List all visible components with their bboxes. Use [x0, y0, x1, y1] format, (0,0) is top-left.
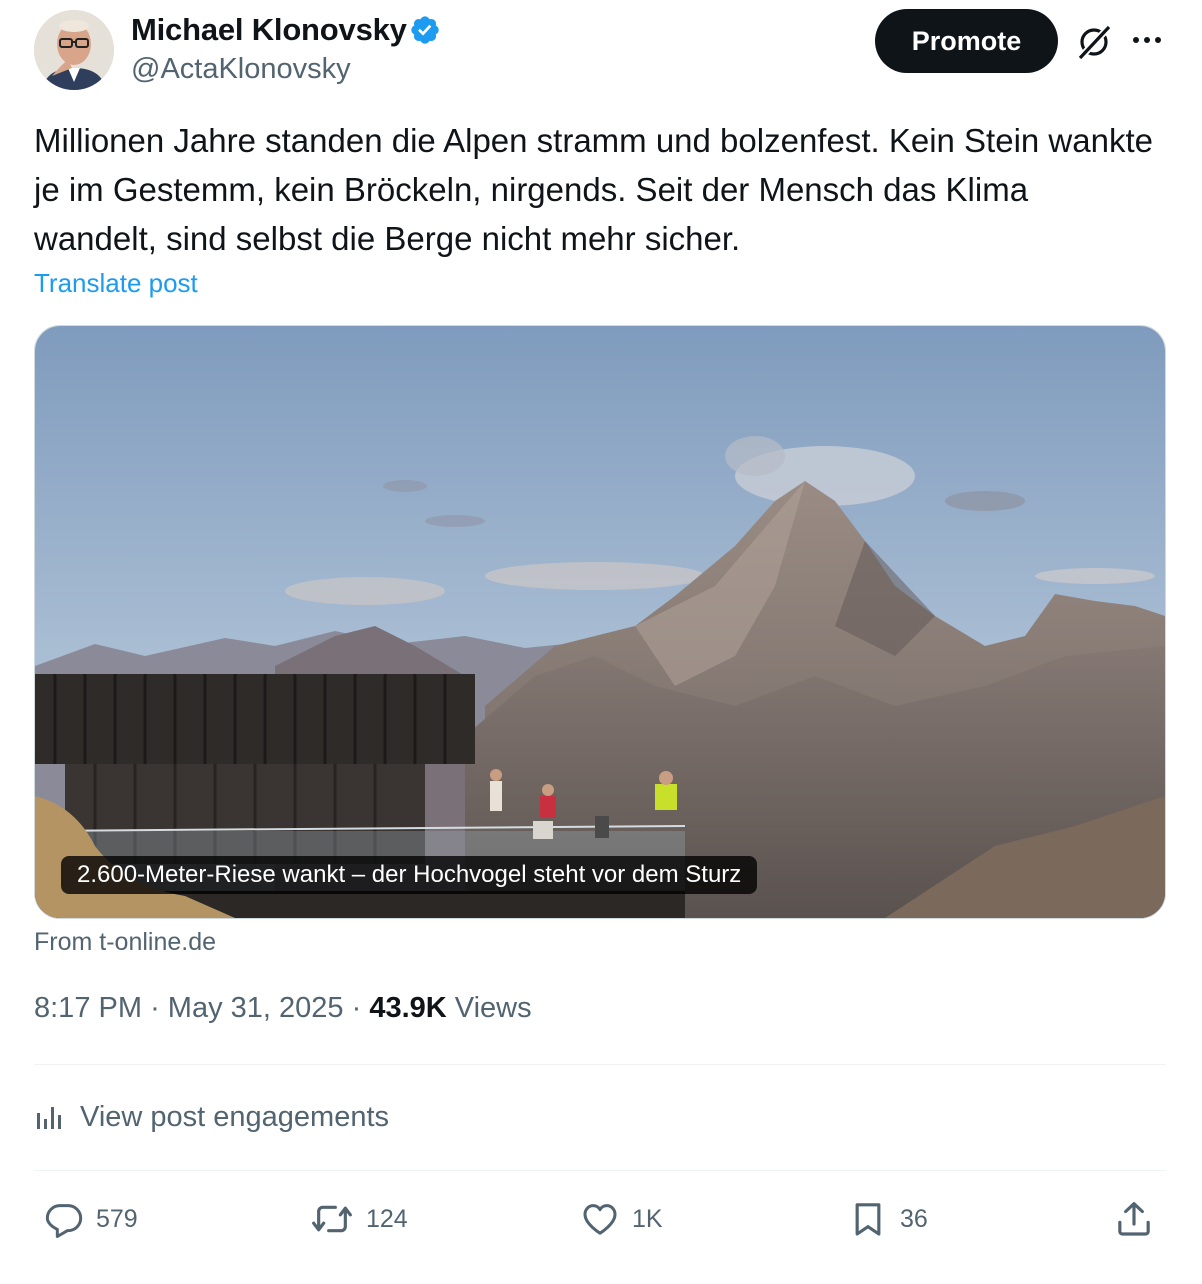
repost-icon: [312, 1205, 352, 1233]
post-meta: 8:17 PM · May 31, 2025 · 43.9K Views: [34, 992, 532, 1025]
post-time[interactable]: 8:17 PM: [34, 992, 142, 1024]
bookmark-button[interactable]: 36: [848, 1196, 928, 1242]
view-post-engagements-button[interactable]: View post engagements: [34, 1094, 389, 1140]
article-image: [35, 326, 1165, 918]
like-button[interactable]: 1K: [580, 1196, 663, 1242]
bookmark-icon: [855, 1203, 881, 1236]
views-label: Views: [454, 992, 532, 1024]
divider: [34, 1064, 1166, 1065]
share-icon: [1118, 1202, 1150, 1236]
more-icon[interactable]: [1130, 28, 1164, 52]
repost-button[interactable]: 124: [310, 1196, 408, 1242]
post-text: Millionen Jahre standen die Alpen stramm…: [34, 122, 1153, 257]
views-count: 43.9K: [369, 992, 447, 1024]
heart-icon: [583, 1204, 617, 1235]
author-handle[interactable]: @ActaKlonovsky: [131, 53, 351, 86]
post-detail: Michael Klonovsky @ActaKlonovsky Promote…: [0, 0, 1202, 1284]
avatar[interactable]: [34, 10, 114, 90]
link-source[interactable]: From t-online.de: [34, 928, 216, 957]
meta-separator: ·: [351, 992, 362, 1024]
link-card[interactable]: 2.600-Meter-Riese wankt – der Hochvogel …: [34, 325, 1166, 919]
translate-post-link[interactable]: Translate post: [34, 268, 198, 299]
view-post-engagements-label: View post engagements: [80, 1100, 390, 1133]
share-button[interactable]: [1114, 1196, 1154, 1242]
reply-button[interactable]: 579: [44, 1196, 138, 1242]
bookmark-count: 36: [900, 1204, 928, 1233]
repost-count: 124: [366, 1204, 408, 1233]
verified-badge-icon[interactable]: [409, 14, 441, 46]
promote-button[interactable]: Promote: [875, 9, 1058, 73]
reply-icon: [45, 1204, 83, 1238]
meta-separator: ·: [150, 992, 160, 1024]
avatar-image: [34, 10, 114, 90]
grok-icon[interactable]: [1074, 22, 1114, 62]
reply-count: 579: [96, 1204, 138, 1233]
post-date[interactable]: May 31, 2025: [168, 992, 344, 1024]
author-name[interactable]: Michael Klonovsky: [131, 12, 407, 48]
analytics-icon: [37, 1107, 61, 1129]
link-card-headline: 2.600-Meter-Riese wankt – der Hochvogel …: [61, 856, 758, 894]
like-count: 1K: [632, 1204, 663, 1233]
divider: [34, 1170, 1166, 1171]
